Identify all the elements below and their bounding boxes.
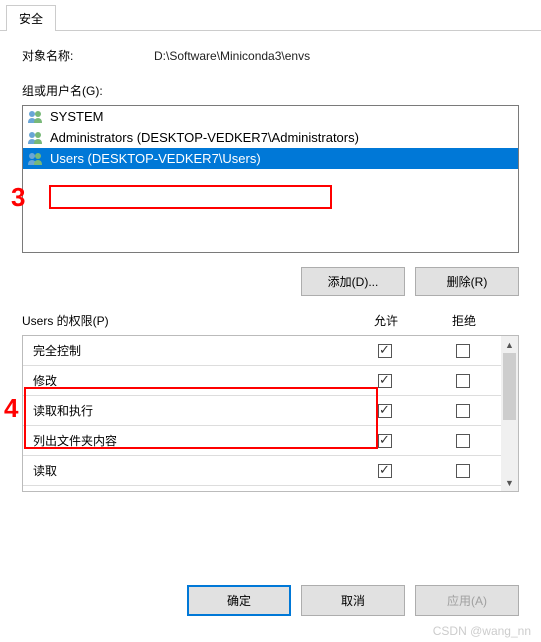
list-item-administrators[interactable]: Administrators (DESKTOP-VEDKER7\Administ… bbox=[23, 127, 518, 148]
scroll-down-button[interactable]: ▼ bbox=[501, 474, 518, 491]
users-icon bbox=[27, 151, 45, 166]
permissions-label: Users 的权限(P) bbox=[22, 312, 346, 329]
allow-checkbox[interactable] bbox=[378, 374, 392, 388]
col-header-deny: 拒绝 bbox=[426, 312, 502, 329]
users-icon bbox=[27, 130, 45, 145]
deny-checkbox[interactable] bbox=[456, 404, 470, 418]
users-icon bbox=[27, 109, 45, 124]
permission-row: 列出文件夹内容 bbox=[23, 426, 501, 456]
permissions-header: Users 的权限(P) 允许 拒绝 bbox=[22, 312, 519, 329]
permission-row: 修改 bbox=[23, 366, 501, 396]
group-users-label: 组或用户名(G): bbox=[22, 82, 519, 99]
scroll-thumb[interactable] bbox=[503, 353, 516, 420]
scrollbar[interactable]: ▲ ▼ bbox=[501, 336, 518, 491]
permission-row: 读取 bbox=[23, 456, 501, 486]
deny-checkbox[interactable] bbox=[456, 434, 470, 448]
list-item-users[interactable]: Users (DESKTOP-VEDKER7\Users) bbox=[23, 148, 518, 169]
permissions-listbox: 完全控制修改读取和执行列出文件夹内容读取 ▲ ▼ bbox=[22, 335, 519, 492]
remove-button[interactable]: 删除(R) bbox=[415, 267, 519, 296]
permission-row: 完全控制 bbox=[23, 336, 501, 366]
deny-checkbox[interactable] bbox=[456, 344, 470, 358]
scroll-up-button[interactable]: ▲ bbox=[501, 336, 518, 353]
allow-checkbox[interactable] bbox=[378, 464, 392, 478]
scroll-track[interactable] bbox=[501, 353, 518, 474]
apply-button[interactable]: 应用(A) bbox=[415, 585, 519, 616]
list-item-label: SYSTEM bbox=[50, 107, 103, 126]
tab-strip: 安全 bbox=[0, 0, 541, 31]
list-item-system[interactable]: SYSTEM bbox=[23, 106, 518, 127]
object-name-value: D:\Software\Miniconda3\envs bbox=[154, 49, 310, 63]
permission-name: 读取和执行 bbox=[33, 402, 345, 419]
object-name-label: 对象名称: bbox=[22, 47, 154, 64]
permission-row: 读取和执行 bbox=[23, 396, 501, 426]
tab-security[interactable]: 安全 bbox=[6, 5, 56, 31]
object-name-row: 对象名称: D:\Software\Miniconda3\envs bbox=[22, 47, 519, 64]
add-button[interactable]: 添加(D)... bbox=[301, 267, 405, 296]
permission-name: 读取 bbox=[33, 462, 345, 479]
cancel-button[interactable]: 取消 bbox=[301, 585, 405, 616]
permission-name: 列出文件夹内容 bbox=[33, 432, 345, 449]
deny-checkbox[interactable] bbox=[456, 464, 470, 478]
group-users-listbox[interactable]: SYSTEM Administrators (DESKTOP-VEDKER7\A… bbox=[22, 105, 519, 253]
allow-checkbox[interactable] bbox=[378, 344, 392, 358]
col-header-allow: 允许 bbox=[346, 312, 426, 329]
allow-checkbox[interactable] bbox=[378, 404, 392, 418]
list-item-label: Users (DESKTOP-VEDKER7\Users) bbox=[50, 149, 261, 168]
permission-name: 修改 bbox=[33, 372, 345, 389]
allow-checkbox[interactable] bbox=[378, 434, 392, 448]
permission-name: 完全控制 bbox=[33, 342, 345, 359]
list-item-label: Administrators (DESKTOP-VEDKER7\Administ… bbox=[50, 128, 359, 147]
deny-checkbox[interactable] bbox=[456, 374, 470, 388]
ok-button[interactable]: 确定 bbox=[187, 585, 291, 616]
